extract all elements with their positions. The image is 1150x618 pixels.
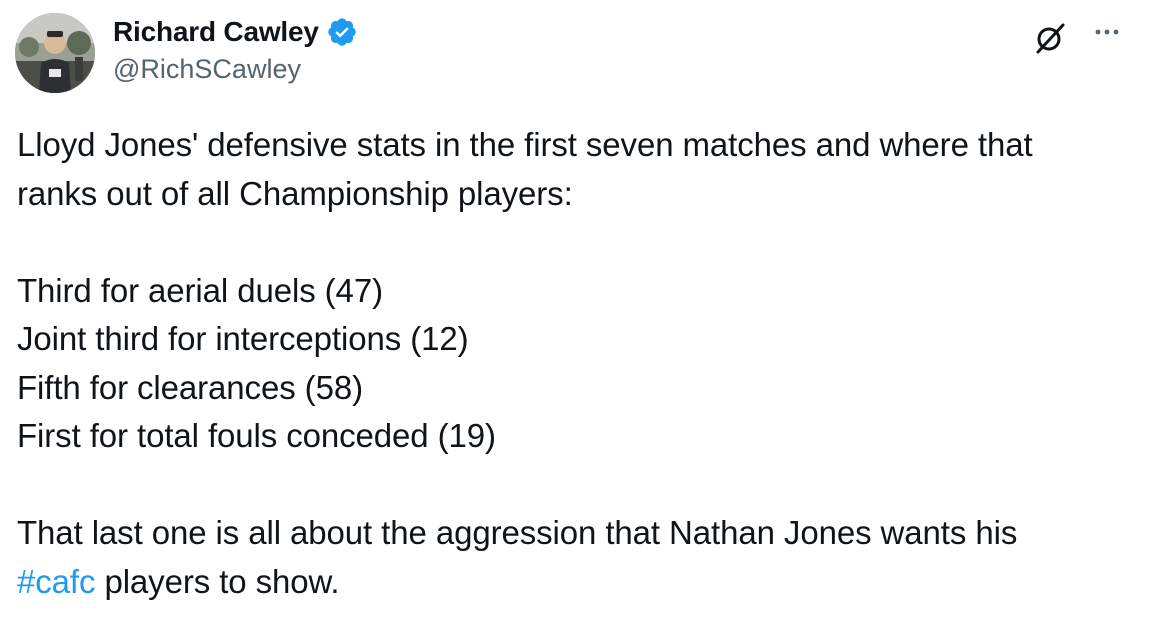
more-options-icon[interactable] [1090,20,1138,44]
tweet-intro-line: Lloyd Jones' defensive stats in the firs… [17,126,1033,163]
name-row: Richard Cawley [113,12,358,52]
closing-line-2: #cafc players to show. [17,558,1142,607]
tweet-text: Lloyd Jones' defensive stats in the firs… [17,121,1142,606]
author-display-name[interactable]: Richard Cawley [113,16,319,48]
avatar-photo-icon [15,13,95,93]
hashtag-link[interactable]: #cafc [17,563,95,600]
stat-line: Joint third for interceptions (12) [17,320,469,357]
stat-line: Third for aerial duels (47) [17,271,383,309]
author-handle[interactable]: @RichSCawley [113,54,358,85]
verified-badge-icon[interactable] [326,16,358,48]
stat-line: Fifth for clearances (58) [17,368,363,406]
grok-icon[interactable] [1032,20,1068,56]
closing-line-rest: players to show. [95,562,340,600]
tweet-intro-line: ranks out of all Championship players: [17,174,573,212]
closing-line: That last one is all about the aggressio… [17,514,1018,551]
stat-line: First for total fouls conceded (19) [17,417,496,454]
author-block: Richard Cawley @RichSCawley [113,12,358,85]
author-avatar[interactable] [15,13,95,93]
tweet-card: Richard Cawley @RichSCawley Lloyd Jones'… [0,0,1150,618]
